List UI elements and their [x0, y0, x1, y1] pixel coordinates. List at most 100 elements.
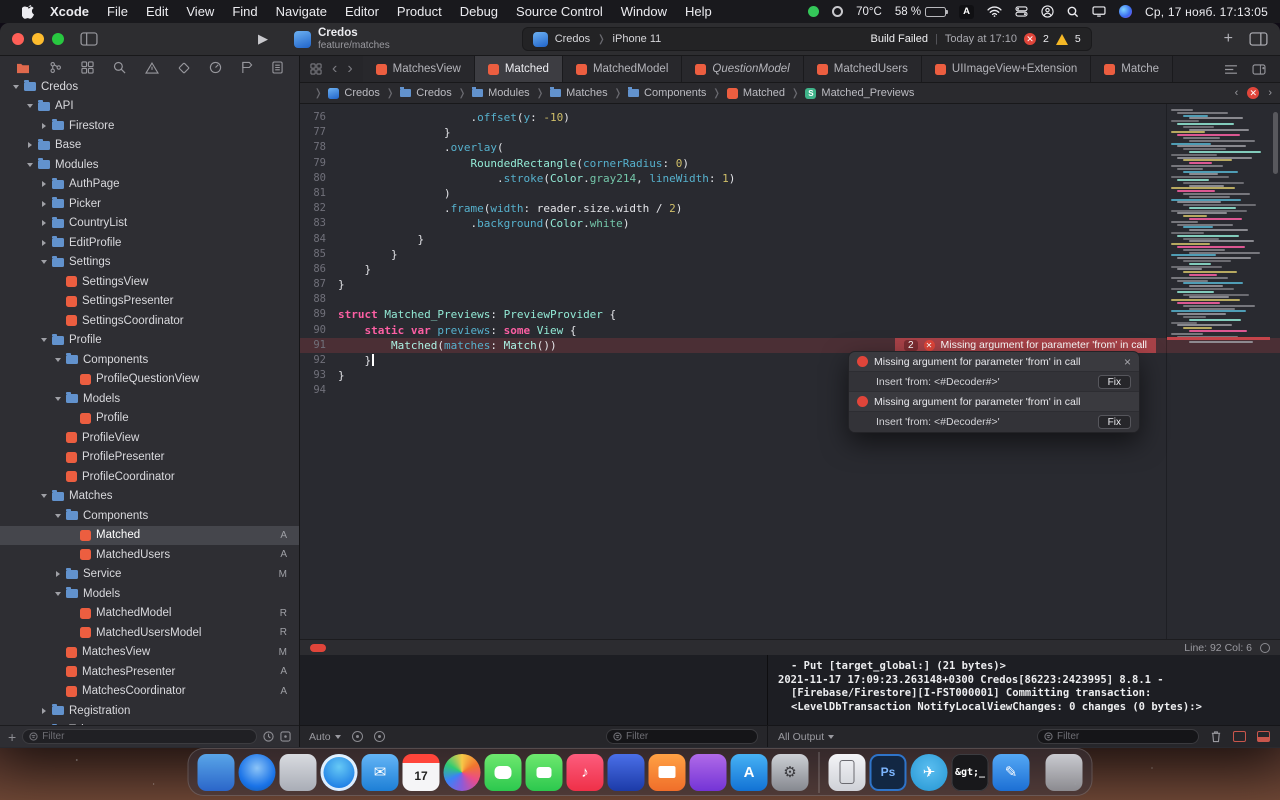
dock-icon[interactable]: A — [730, 753, 768, 791]
run-destination[interactable]: iPhone 11 — [613, 33, 662, 45]
menu-item[interactable]: Edit — [137, 4, 177, 19]
line-number[interactable]: 84 — [300, 232, 338, 247]
scheme-selector[interactable]: Credos feature/matches — [294, 27, 390, 52]
disclosure-icon[interactable] — [52, 514, 64, 518]
disclosure-icon[interactable] — [38, 494, 50, 498]
sidebar-item[interactable]: API — [0, 97, 299, 117]
console-output-mode[interactable]: All Output — [778, 731, 835, 743]
input-source-icon[interactable]: A — [959, 4, 975, 19]
wifi-icon[interactable] — [987, 6, 1002, 17]
console-pane-toggle-icon[interactable] — [1257, 731, 1270, 742]
disclosure-icon[interactable] — [52, 571, 64, 577]
disclosure-icon[interactable] — [38, 260, 50, 264]
disclosure-icon[interactable] — [38, 220, 50, 226]
menu-item[interactable]: Debug — [451, 4, 507, 19]
minimize-window-button[interactable] — [32, 33, 44, 45]
line-number[interactable]: 81 — [300, 186, 338, 201]
menu-item[interactable]: Product — [388, 4, 451, 19]
source-editor[interactable]: 76 .offset(y: -10) 77 } 78 .overlay(79 Rou… — [300, 104, 1280, 639]
library-add-button[interactable]: + — [1224, 30, 1233, 48]
menu-item[interactable]: Find — [223, 4, 266, 19]
adjust-editor-options-icon[interactable] — [1224, 64, 1238, 75]
source-control-filter-icon[interactable] — [280, 731, 291, 742]
variables-filter-field[interactable] — [606, 729, 758, 744]
disclosure-icon[interactable] — [38, 708, 50, 714]
activity-view[interactable]: Credos ❭ iPhone 11 Build Failed | Today … — [521, 27, 1092, 51]
disclosure-icon[interactable] — [38, 123, 50, 129]
battery-status[interactable]: 58 % — [895, 6, 949, 18]
sidebar-item[interactable]: AuthPage — [0, 175, 299, 195]
sidebar-item[interactable]: Firestore — [0, 116, 299, 136]
camera-status-icon[interactable] — [832, 6, 844, 17]
sidebar-item[interactable]: Matched A — [0, 525, 299, 545]
breadcrumb[interactable]: ❭ Matched — [706, 87, 785, 99]
show-all-tabs-icon[interactable] — [310, 63, 322, 75]
issue-navigator-icon[interactable] — [145, 61, 159, 74]
sidebar-item[interactable]: SettingsPresenter — [0, 292, 299, 312]
go-back-icon[interactable]: ‹ — [332, 60, 337, 78]
fix-button[interactable]: Fix — [1097, 415, 1131, 429]
line-number[interactable]: 92 — [300, 353, 338, 368]
code-line[interactable]: 90 static var previews: some View { — [300, 323, 1280, 338]
editor-scrollbar[interactable] — [1273, 112, 1278, 174]
code-line[interactable]: 89 struct Matched_Previews: PreviewProvid… — [300, 307, 1280, 322]
sidebar-item[interactable]: Picker — [0, 194, 299, 214]
editor-tab[interactable]: UIImageView+Extension — [921, 56, 1092, 82]
debug-info-icon[interactable] — [373, 731, 385, 742]
sidebar-item[interactable]: Profile — [0, 331, 299, 351]
sidebar-item[interactable]: ProfilePresenter — [0, 448, 299, 468]
variables-view-mode[interactable]: Auto — [309, 731, 341, 743]
code-line[interactable]: 81 ) — [300, 186, 1280, 201]
breadcrumb[interactable]: ❭ Credos — [380, 87, 452, 99]
line-number[interactable]: 91 — [300, 338, 338, 353]
variables-filter-input[interactable] — [626, 731, 751, 742]
line-number[interactable]: 86 — [300, 262, 338, 277]
minimap[interactable] — [1166, 104, 1270, 639]
editor-tab[interactable]: MatchedModel — [562, 56, 683, 82]
breakpoint-indicator[interactable] — [310, 643, 326, 652]
zoom-window-button[interactable] — [52, 33, 64, 45]
next-issue-icon[interactable]: › — [1268, 87, 1272, 99]
sidebar-item[interactable]: Models — [0, 389, 299, 409]
dock-icon[interactable]: ✎ — [992, 753, 1030, 791]
line-number[interactable]: 82 — [300, 201, 338, 216]
sidebar-item[interactable]: MatchedModel R — [0, 604, 299, 624]
sidebar-item[interactable]: Models — [0, 584, 299, 604]
sidebar-item[interactable]: Registration — [0, 701, 299, 721]
line-number[interactable]: 93 — [300, 368, 338, 383]
dock-icon[interactable] — [525, 753, 563, 791]
previous-issue-icon[interactable]: ‹ — [1235, 87, 1239, 99]
code-line[interactable]: 87} — [300, 277, 1280, 292]
siri-icon[interactable] — [1119, 5, 1133, 18]
sidebar-item[interactable]: MatchedUsers A — [0, 545, 299, 565]
editor-tab[interactable]: Matche — [1091, 56, 1174, 82]
line-number[interactable]: 83 — [300, 216, 338, 231]
editor-tab[interactable]: MatchesView — [362, 56, 475, 82]
variables-pane-toggle-icon[interactable] — [1233, 731, 1246, 742]
sidebar-item[interactable]: Base — [0, 136, 299, 156]
editor-tab[interactable]: QuestionModel — [682, 56, 804, 82]
dock-icon[interactable]: &gt;_ — [951, 753, 989, 791]
console-filter-field[interactable] — [1037, 729, 1199, 744]
disclosure-icon[interactable] — [38, 201, 50, 207]
disclosure-icon[interactable] — [52, 592, 64, 596]
dock-icon[interactable]: ♪ — [566, 753, 604, 791]
sidebar-item[interactable]: Settings — [0, 253, 299, 273]
line-number[interactable]: 90 — [300, 323, 338, 338]
warning-count-icon[interactable] — [1055, 33, 1068, 45]
issue-row[interactable]: Insert 'from: <#Decoder#>' Fix — [849, 412, 1139, 432]
disclosure-icon[interactable] — [24, 163, 36, 167]
navigator-filter-input[interactable] — [42, 731, 250, 742]
error-count-icon[interactable]: ✕ — [1024, 33, 1036, 45]
dock-icon[interactable]: 17 — [402, 753, 440, 791]
dock-icon[interactable]: ⚙ — [771, 753, 809, 791]
dock-icon[interactable] — [443, 753, 481, 791]
editor-layout-icon[interactable] — [1249, 32, 1268, 46]
control-center-icon[interactable] — [1015, 6, 1028, 17]
minimap-error-marker[interactable] — [1167, 337, 1270, 340]
menu-item[interactable]: Editor — [336, 4, 388, 19]
symbol-navigator-icon[interactable] — [81, 61, 94, 74]
sidebar-item[interactable]: MatchesCoordinator A — [0, 682, 299, 702]
menu-bar-clock[interactable]: Ср, 17 нояб. 17:13:05 — [1145, 5, 1268, 19]
menu-item[interactable]: Xcode — [41, 4, 98, 19]
